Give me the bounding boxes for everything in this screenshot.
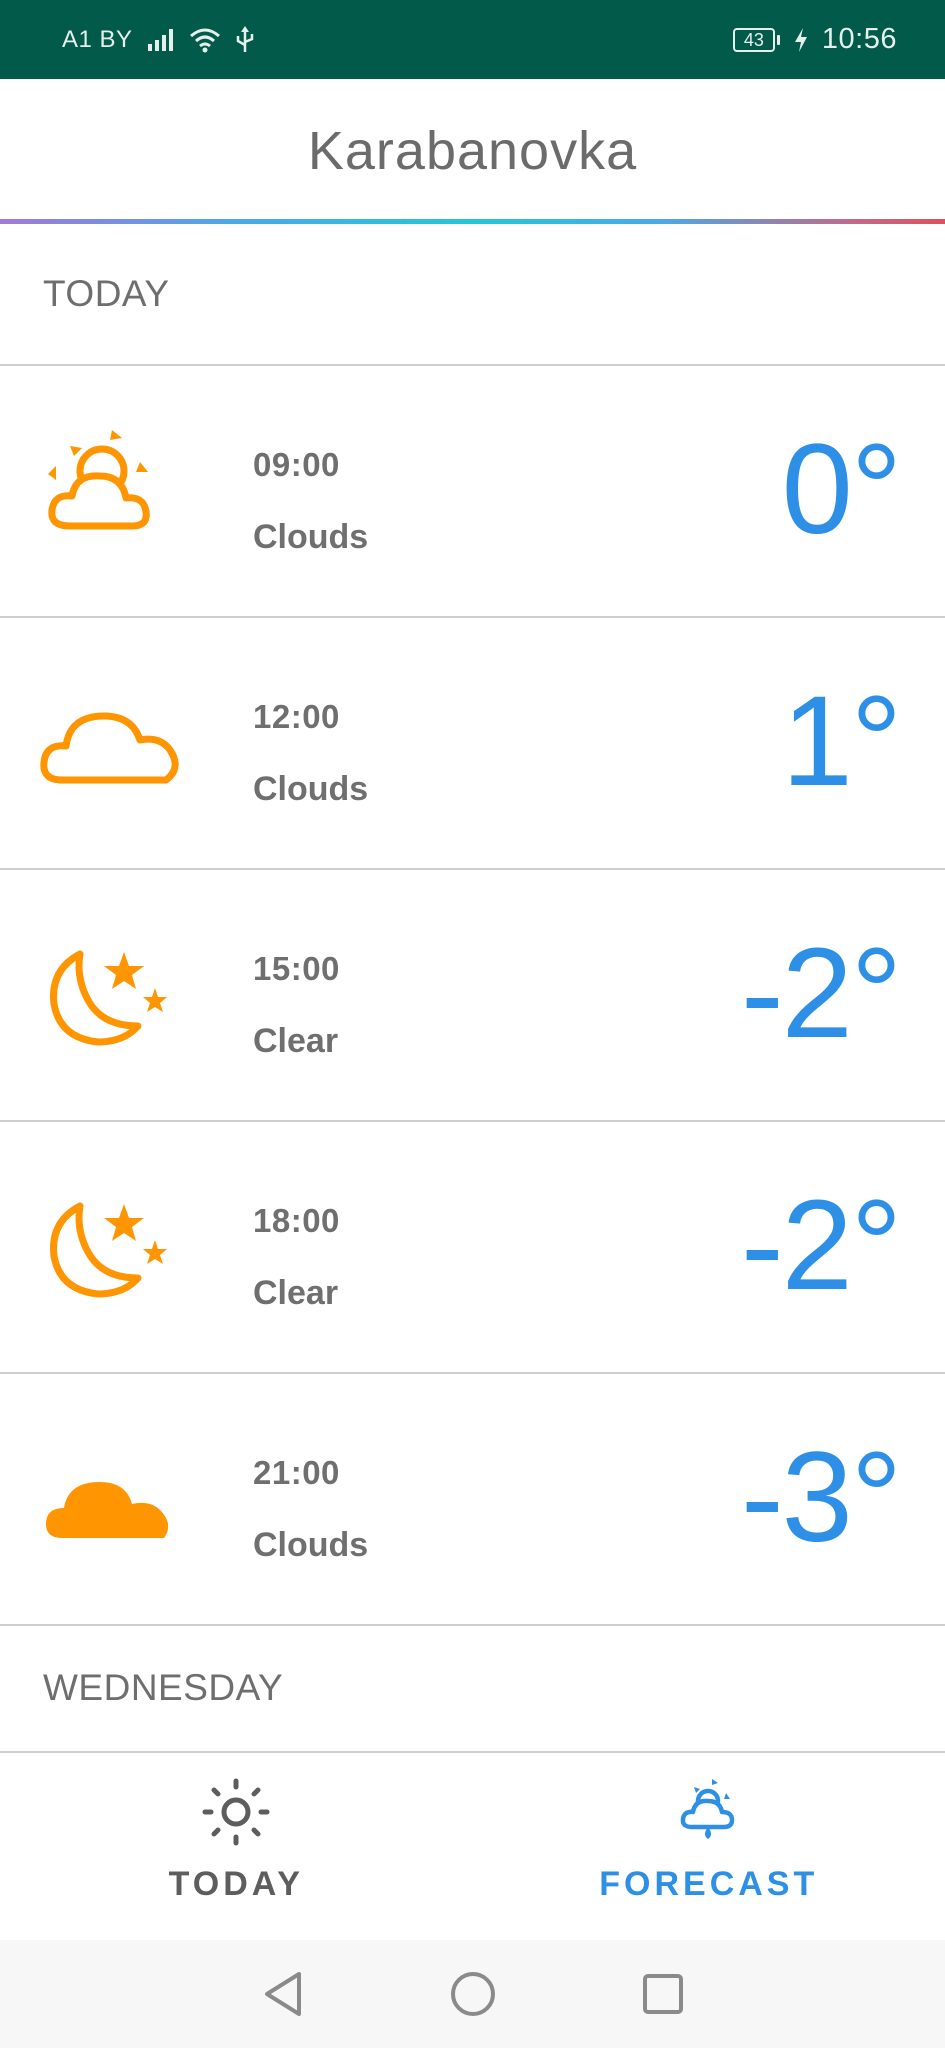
city-title: Karabanovka xyxy=(307,120,638,181)
row-time: 12:00 xyxy=(253,698,340,735)
row-temperature: -3° xyxy=(741,1426,902,1569)
forecast-cloud-rain-icon xyxy=(674,1777,744,1847)
row-condition: Clouds xyxy=(253,770,369,808)
forecast-row[interactable]: 12:00 Clouds 1° xyxy=(0,618,945,870)
recents-button[interactable] xyxy=(633,1964,693,2024)
recents-square-icon xyxy=(642,1974,683,2014)
row-condition: Clouds xyxy=(253,1526,369,1564)
sun-icon xyxy=(201,1777,271,1847)
weather-screen: A1 BY 43 10:56 Karabanovka TODAY 09:00 C… xyxy=(0,0,945,2048)
row-condition: Clear xyxy=(253,1274,339,1312)
home-button[interactable] xyxy=(443,1964,503,2024)
forecast-row[interactable]: 18:00 Clear -2° xyxy=(0,1122,945,1374)
partly-cloudy-day-icon xyxy=(40,426,190,556)
status-right: 43 10:56 xyxy=(732,23,897,56)
row-time: 18:00 xyxy=(253,1202,340,1239)
row-time: 21:00 xyxy=(253,1454,340,1491)
nav-tab-today[interactable]: TODAY xyxy=(0,1753,473,1940)
status-left: A1 BY xyxy=(62,25,255,54)
nav-label-forecast: FORECAST xyxy=(599,1865,819,1903)
forecast-row[interactable]: 15:00 Clear -2° xyxy=(0,870,945,1122)
cloud-outline-icon xyxy=(40,678,190,808)
row-time: 15:00 xyxy=(253,950,340,987)
forecast-row[interactable]: 09:00 Clouds 0° xyxy=(0,366,945,618)
status-bar: A1 BY 43 10:56 xyxy=(0,0,945,79)
section-header-today: TODAY xyxy=(0,224,945,366)
usb-icon xyxy=(235,25,255,54)
wifi-icon xyxy=(189,27,221,53)
nav-label-today: TODAY xyxy=(168,1865,304,1903)
charging-icon xyxy=(794,27,808,52)
bottom-navigation: TODAY FORECAST xyxy=(0,1753,945,1940)
row-time: 09:00 xyxy=(253,446,340,483)
row-condition: Clouds xyxy=(253,518,369,556)
battery-level: 43 xyxy=(732,27,775,52)
row-condition: Clear xyxy=(253,1022,339,1060)
carrier-label: A1 BY xyxy=(62,25,133,53)
system-navigation-bar xyxy=(0,1940,945,2048)
row-temperature: -2° xyxy=(741,1174,902,1317)
section-header-wednesday: WEDNESDAY xyxy=(0,1624,945,1753)
battery-icon: 43 xyxy=(732,27,780,52)
row-temperature: 0° xyxy=(781,418,902,561)
back-button[interactable] xyxy=(253,1964,313,2024)
app-header: Karabanovka xyxy=(0,79,945,222)
moon-stars-icon xyxy=(40,930,190,1060)
signal-icon xyxy=(147,28,175,52)
moon-stars-icon xyxy=(40,1182,190,1312)
nav-tab-forecast[interactable]: FORECAST xyxy=(473,1753,945,1940)
clock: 10:56 xyxy=(821,23,897,55)
row-temperature: -2° xyxy=(741,922,902,1065)
cloud-filled-icon xyxy=(40,1434,190,1564)
back-triangle-icon xyxy=(264,1972,301,2016)
battery-tip xyxy=(776,34,780,45)
forecast-row[interactable]: 21:00 Clouds -3° xyxy=(0,1374,945,1626)
row-temperature: 1° xyxy=(781,670,902,813)
home-circle-icon xyxy=(450,1972,495,2016)
